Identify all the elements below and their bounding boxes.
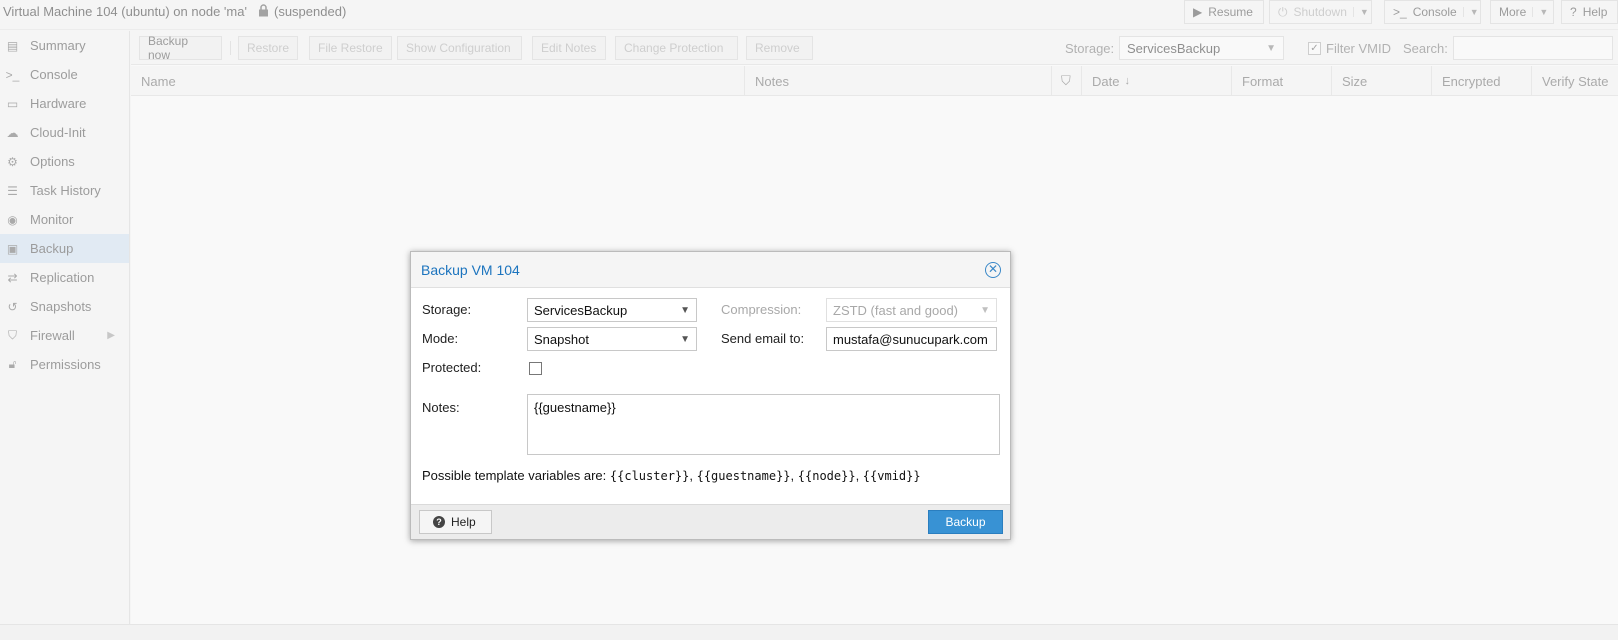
chevron-down-icon: ▼: [1462, 7, 1479, 17]
sidebar-item-hardware[interactable]: ▭ Hardware: [0, 89, 129, 118]
sidebar-item-permissions[interactable]: 🔓︎ Permissions: [0, 350, 129, 379]
remove-button[interactable]: Remove: [746, 36, 813, 60]
sidebar-item-backup[interactable]: ▣ Backup: [0, 234, 129, 263]
storage-filter-select[interactable]: ServicesBackup ▼: [1119, 36, 1284, 60]
list-icon: ☰: [7, 183, 18, 198]
sidebar-item-firewall[interactable]: ⛉ Firewall ▶: [0, 321, 129, 350]
column-format[interactable]: Format: [1232, 66, 1332, 96]
show-configuration-button[interactable]: Show Configuration: [397, 36, 522, 60]
monitor-icon: ▭: [6, 96, 19, 111]
toolbar-separator: [230, 41, 231, 55]
backup-dialog: Backup VM 104 ✕ Storage: ServicesBackup …: [410, 251, 1011, 540]
column-verify-state[interactable]: Verify State: [1532, 66, 1618, 96]
play-icon: ▶: [1193, 5, 1203, 19]
change-protection-button[interactable]: Change Protection: [615, 36, 738, 60]
terminal-icon: >_: [1393, 5, 1407, 19]
eye-icon: ◉: [7, 212, 18, 227]
protected-label: Protected:: [422, 360, 482, 375]
dialog-header: Backup VM 104 ✕: [411, 252, 1010, 288]
chevron-down-icon: ▼: [680, 304, 690, 316]
title-bar: Virtual Machine 104 (ubuntu) on node 'ma…: [0, 0, 1618, 30]
template-var-node: {{node}}: [797, 469, 856, 483]
sidebar-item-console[interactable]: >_ Console: [0, 60, 129, 89]
chevron-down-icon: ▼: [1266, 42, 1276, 54]
notes-textarea[interactable]: {{guestname}}: [527, 394, 1000, 455]
backup-now-button[interactable]: Backup now: [139, 34, 222, 62]
shield-icon: ⛉: [7, 328, 17, 342]
sidebar: ▤ Summary >_ Console ▭ Hardware ☁ Cloud-Init…: [0, 31, 130, 624]
chevron-down-icon: ▼: [1352, 7, 1369, 17]
dialog-footer: ? Help Backup: [411, 504, 1010, 539]
protected-checkbox[interactable]: [529, 362, 542, 375]
bottom-log-panel: [0, 624, 1618, 640]
email-label: Send email to:: [721, 331, 805, 346]
lock-icon: [258, 4, 269, 20]
power-icon: ⏻: [1278, 4, 1288, 19]
chevron-down-icon: ▼: [980, 304, 990, 316]
template-var-vmid: {{vmid}}: [862, 469, 921, 483]
window-title: Virtual Machine 104 (ubuntu) on node 'ma…: [3, 4, 247, 19]
question-icon: ?: [1570, 5, 1577, 19]
history-icon: ↺: [7, 299, 18, 314]
compression-select[interactable]: ZSTD (fast and good) ▼: [826, 298, 997, 322]
sidebar-item-options[interactable]: ⚙ Options: [0, 147, 129, 176]
sidebar-item-summary[interactable]: ▤ Summary: [0, 31, 129, 60]
edit-notes-button[interactable]: Edit Notes: [532, 36, 606, 60]
more-button[interactable]: More ▼: [1490, 0, 1554, 24]
retweet-icon: ⇄: [7, 270, 18, 285]
backup-grid-header: Name Notes ⛉ Date ↓ Format Size Encrypted…: [131, 66, 1618, 96]
backup-toolbar: Backup now Restore File Restore Show Con…: [131, 31, 1618, 65]
floppy-icon: ▣: [6, 241, 19, 256]
resume-button[interactable]: ▶ Resume: [1184, 0, 1264, 24]
mode-label: Mode:: [422, 331, 459, 346]
storage-select[interactable]: ServicesBackup ▼: [527, 298, 697, 322]
backup-button[interactable]: Backup: [928, 510, 1003, 534]
storage-label: Storage:: [422, 302, 472, 317]
terminal-icon: >_: [5, 67, 20, 82]
template-var-guestname: {{guestname}}: [696, 469, 791, 483]
dialog-title: Backup VM 104: [421, 262, 520, 278]
template-variables-hint: Possible template variables are: {{clust…: [422, 468, 921, 483]
sidebar-item-monitor[interactable]: ◉ Monitor: [0, 205, 129, 234]
column-protected[interactable]: ⛉: [1052, 66, 1082, 96]
unlock-icon: 🔓︎: [8, 357, 17, 371]
filter-vmid-checkbox[interactable]: ✓: [1308, 42, 1321, 55]
shutdown-button[interactable]: ⏻ Shutdown ▼: [1269, 0, 1372, 24]
book-icon: ▤: [6, 38, 19, 53]
compression-label: Compression:: [721, 302, 802, 317]
column-notes[interactable]: Notes: [745, 66, 1052, 96]
chevron-right-icon: ▶: [107, 330, 115, 341]
console-button[interactable]: >_ Console ▼: [1384, 0, 1481, 24]
help-button[interactable]: ? Help: [419, 510, 492, 534]
restore-button[interactable]: Restore: [238, 36, 298, 60]
mode-select[interactable]: Snapshot ▼: [527, 327, 697, 351]
email-input[interactable]: mustafa@sunucupark.com: [826, 327, 997, 351]
sidebar-item-replication[interactable]: ⇄ Replication: [0, 263, 129, 292]
help-button-top[interactable]: ? Help: [1561, 0, 1618, 24]
storage-filter-label: Storage:: [1065, 41, 1115, 56]
question-circle-icon: ?: [433, 516, 445, 528]
search-label: Search:: [1403, 41, 1448, 56]
column-size[interactable]: Size: [1332, 66, 1432, 96]
cloud-icon: ☁: [6, 125, 19, 140]
chevron-down-icon: ▼: [680, 333, 690, 345]
column-encrypted[interactable]: Encrypted: [1432, 66, 1532, 96]
sidebar-item-snapshots[interactable]: ↺ Snapshots: [0, 292, 129, 321]
search-input[interactable]: [1453, 36, 1613, 60]
shield-icon: ⛉: [1061, 73, 1071, 88]
notes-label: Notes:: [422, 400, 460, 415]
gear-icon: ⚙: [7, 154, 18, 169]
column-name[interactable]: Name: [131, 66, 745, 96]
sort-desc-icon: ↓: [1124, 75, 1130, 87]
sidebar-item-task-history[interactable]: ☰ Task History: [0, 176, 129, 205]
column-date[interactable]: Date ↓: [1082, 66, 1232, 96]
filter-vmid-label: Filter VMID: [1326, 41, 1391, 56]
sidebar-item-cloud-init[interactable]: ☁ Cloud-Init: [0, 118, 129, 147]
file-restore-button[interactable]: File Restore: [309, 36, 392, 60]
template-var-cluster: {{cluster}}: [609, 469, 690, 483]
chevron-down-icon: ▼: [1532, 7, 1548, 17]
close-icon[interactable]: ✕: [985, 262, 1001, 278]
vm-status: (suspended): [274, 4, 347, 19]
